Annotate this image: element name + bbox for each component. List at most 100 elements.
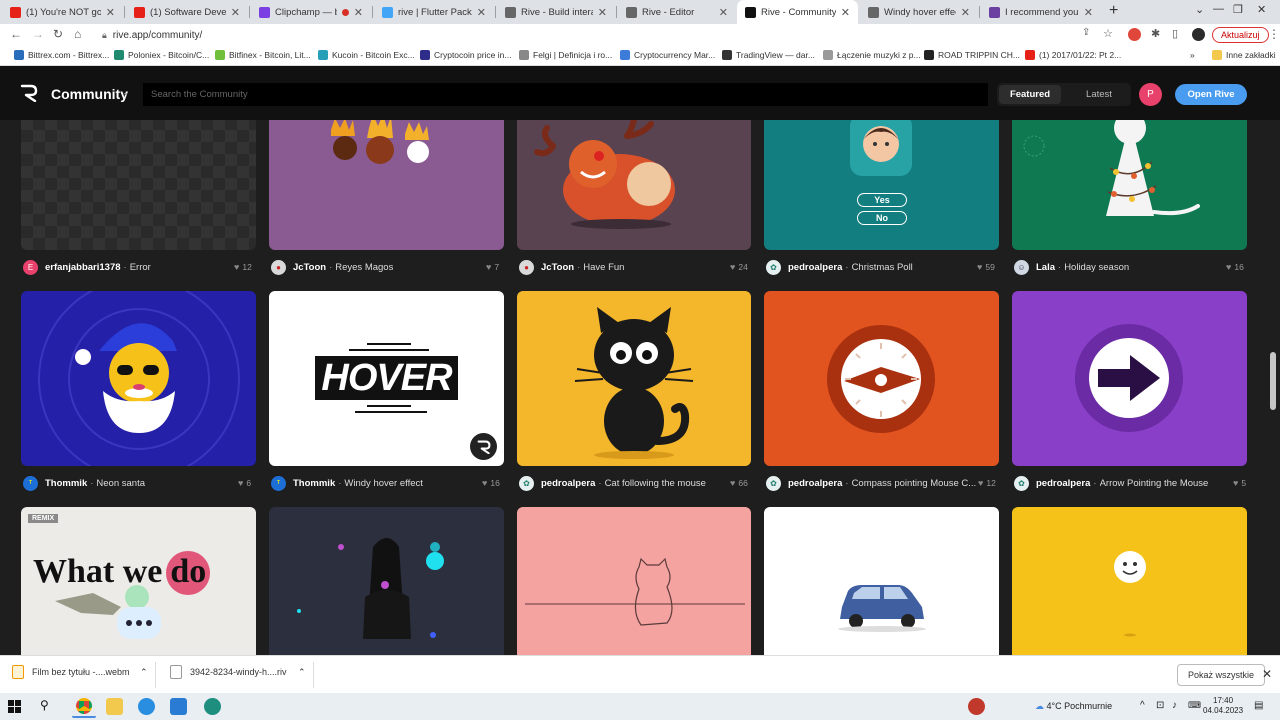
card-thumbnail[interactable]: Yes No (764, 120, 999, 250)
card-thumbnail[interactable] (21, 291, 256, 466)
likes-count[interactable]: ♥ 66 (730, 478, 748, 488)
card-thumbnail[interactable] (517, 507, 751, 655)
card-thumbnail[interactable] (21, 120, 256, 250)
card-author[interactable]: JcToon (541, 262, 574, 273)
likes-count[interactable]: ♥ 6 (238, 478, 251, 488)
card-title[interactable]: Holiday season (1064, 262, 1129, 273)
language-icon[interactable]: ⌨ (1188, 700, 1201, 711)
bookmark-item[interactable]: Poloniex - Bitcoin/C... (114, 50, 209, 60)
close-icon[interactable]: ✕ (1084, 6, 1093, 19)
volume-icon[interactable]: ♪ (1172, 700, 1177, 711)
chevron-down-icon[interactable]: ⌄ (122, 87, 130, 98)
close-icon[interactable]: ✕ (1262, 667, 1272, 681)
chevron-up-icon[interactable]: ⌃ (298, 667, 306, 678)
download-item[interactable]: 3942-8234-windy-h....riv ⌃ (170, 665, 306, 679)
card-thumbnail[interactable] (517, 120, 751, 250)
tray-overflow-icon[interactable]: ^ (1140, 700, 1145, 711)
likes-count[interactable]: ♥ 12 (234, 262, 252, 272)
restore-icon[interactable]: ❐ (1233, 3, 1243, 16)
card-title[interactable]: Windy hover effect (344, 478, 423, 489)
other-bookmarks[interactable]: Inne zakładki (1212, 50, 1276, 60)
card-title[interactable]: Cat following the mouse (605, 478, 706, 489)
windows-start-icon[interactable] (8, 700, 21, 713)
tray-app-icon[interactable] (968, 698, 985, 715)
tab-search-icon[interactable]: ⌄ (1195, 3, 1204, 16)
card-author[interactable]: pedroalpera (788, 478, 842, 489)
card-thumbnail[interactable] (1012, 507, 1247, 655)
menu-icon[interactable]: ⋮ (1268, 27, 1280, 41)
bookmark-item[interactable]: Cryptocurrency Mar... (620, 50, 715, 60)
likes-count[interactable]: ♥ 59 (977, 262, 995, 272)
browser-tab[interactable]: Rive - Editor ✕ (618, 0, 736, 24)
card-thumbnail[interactable]: REMIX What we do (21, 507, 256, 655)
card-thumbnail[interactable] (1012, 291, 1247, 466)
card-thumbnail[interactable] (1012, 120, 1247, 250)
card-title[interactable]: Compass pointing Mouse C... (852, 478, 976, 489)
new-tab-icon[interactable]: + (1109, 2, 1118, 20)
browser-tab[interactable]: Windy hover effect by ✕ (860, 0, 978, 24)
bookmark-item[interactable]: Łączenie muzyki z p... (823, 50, 921, 60)
browser-tab[interactable]: I recommend you to ✕ (981, 0, 1101, 24)
weather-widget[interactable]: ☁ 4°C Pochmurnie (1035, 701, 1112, 712)
author-avatar[interactable]: ✿ (766, 475, 781, 491)
bookmark-item[interactable]: Felgi | Definicja i ro... (519, 50, 612, 60)
search-icon[interactable]: ⚲ (40, 698, 57, 715)
profile-avatar[interactable] (1192, 28, 1205, 41)
network-icon[interactable]: ⊡ (1156, 700, 1164, 711)
author-avatar[interactable]: ✿ (519, 475, 534, 491)
download-item[interactable]: Film bez tytułu -....webm ⌃ (12, 665, 148, 679)
card-thumbnail[interactable] (269, 507, 504, 655)
poll-yes-option[interactable]: Yes (857, 193, 907, 207)
app-icon[interactable] (204, 698, 221, 715)
side-panel-icon[interactable]: ▯ (1172, 27, 1178, 40)
home-icon[interactable]: ⌂ (74, 27, 81, 41)
system-clock[interactable]: 17:40 04.04.2023 (1203, 696, 1243, 716)
card-caption[interactable]: ● JcToon · Have Fun (519, 259, 727, 275)
card-title[interactable]: Reyes Magos (335, 262, 393, 273)
browser-tab[interactable]: rive | Flutter Package ✕ (374, 0, 494, 24)
author-avatar[interactable]: ● (519, 259, 534, 275)
close-icon[interactable]: ✕ (598, 6, 607, 19)
browser-tab[interactable]: (1) Software Develope ✕ (126, 0, 248, 24)
card-caption[interactable]: ☺ Lala · Holiday season (1014, 259, 1222, 275)
edge-icon[interactable] (138, 698, 155, 715)
card-caption[interactable]: ✿ pedroalpera · Compass pointing Mouse C..… (766, 475, 976, 491)
show-all-downloads-button[interactable]: Pokaż wszystkie (1177, 664, 1266, 686)
card-caption[interactable]: ✿ pedroalpera · Cat following the mouse (519, 475, 727, 491)
open-rive-button[interactable]: Open Rive (1175, 84, 1247, 105)
card-author[interactable]: pedroalpera (541, 478, 595, 489)
close-icon[interactable]: ✕ (231, 6, 240, 19)
bookmark-item[interactable]: Kucoin - Bitcoin Exc... (318, 50, 415, 60)
card-thumbnail[interactable] (517, 291, 751, 466)
card-author[interactable]: Thommik (45, 478, 87, 489)
bookmarks-overflow-icon[interactable]: » (1190, 50, 1195, 60)
bookmark-item[interactable]: Bitfinex - Bitcoin, Lit... (215, 50, 311, 60)
browser-tab[interactable]: (1) You're NOT going ✕ (2, 0, 123, 24)
author-avatar[interactable]: ᵀ (271, 475, 286, 491)
close-window-icon[interactable]: ✕ (1257, 3, 1266, 16)
browser-tab-active[interactable]: Rive - Community ✕ (737, 0, 858, 24)
search-input[interactable] (143, 83, 988, 106)
card-caption[interactable]: ✿ pedroalpera · Christmas Poll (766, 259, 974, 275)
author-avatar[interactable]: E (23, 259, 38, 275)
card-thumbnail[interactable] (764, 291, 999, 466)
likes-count[interactable]: ♥ 5 (1233, 478, 1246, 488)
close-icon[interactable]: ✕ (477, 6, 486, 19)
vscode-icon[interactable] (170, 698, 187, 715)
bookmark-item[interactable]: Cryptocoin price in... (420, 50, 511, 60)
bookmark-star-icon[interactable]: ☆ (1103, 27, 1113, 40)
author-avatar[interactable]: ᵀ (23, 475, 38, 491)
card-author[interactable]: pedroalpera (788, 262, 842, 273)
card-caption[interactable]: ● JcToon · Reyes Magos (271, 259, 481, 275)
notifications-icon[interactable]: ▤ (1254, 700, 1263, 711)
chrome-taskbar-button[interactable] (72, 696, 96, 718)
brand-title[interactable]: Community (51, 86, 128, 102)
close-icon[interactable]: ✕ (354, 6, 363, 19)
card-title[interactable]: Error (130, 262, 151, 273)
card-thumbnail[interactable]: HOVER (269, 291, 504, 466)
author-avatar[interactable]: ✿ (766, 259, 781, 275)
card-thumbnail[interactable] (269, 120, 504, 250)
author-avatar[interactable]: ☺ (1014, 259, 1029, 275)
card-author[interactable]: Thommik (293, 478, 335, 489)
user-avatar[interactable]: P (1139, 83, 1162, 106)
